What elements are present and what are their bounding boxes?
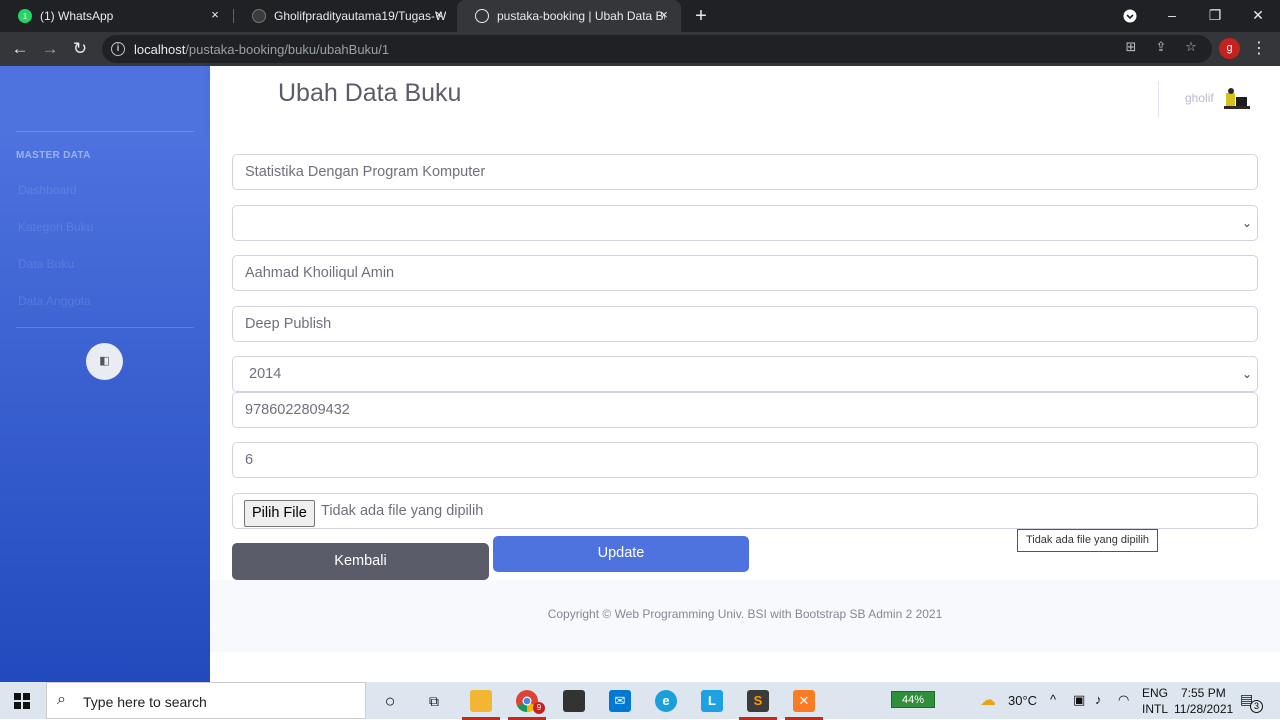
image-file-input[interactable]: Pilih File Tidak ada file yang dipilih [232, 493, 1258, 529]
tahun-terbit-select[interactable]: 2014 ⌄ [232, 356, 1258, 392]
user-name[interactable]: gholif [1185, 91, 1214, 105]
clock-time[interactable]: 7:55 PM [1181, 686, 1226, 700]
weather-icon[interactable]: ☁ [980, 690, 996, 710]
tab-github[interactable]: Gholifpradityautama19/Tugas-W × [234, 0, 456, 32]
judul-buku-input[interactable]: Statistika Dengan Program Komputer [232, 154, 1258, 190]
sidebar-item-kategori-buku[interactable]: Kategori Buku [18, 220, 93, 234]
url-host: localhost [134, 42, 186, 57]
browser-tab-bar: 1 (1) WhatsApp × Gholifpradityautama19/T… [0, 0, 1280, 32]
sidebar-divider [16, 131, 194, 132]
translate-icon[interactable]: ⊞ [1122, 38, 1140, 56]
chrome-badge: 9 [533, 702, 545, 714]
chevron-down-icon: ⌄ [1241, 216, 1252, 230]
restore-icon[interactable]: ❐ [1193, 0, 1237, 32]
file-status-text: Tidak ada file yang dipilih [321, 503, 484, 519]
share-icon[interactable]: ⇪ [1152, 38, 1170, 56]
penerbit-input[interactable]: Deep Publish [232, 306, 1258, 342]
edge-icon[interactable]: e [650, 686, 682, 716]
page-title: Ubah Data Buku [278, 79, 462, 107]
minimize-icon[interactable]: – [1150, 0, 1194, 32]
window-close-icon[interactable]: ✕ [1236, 0, 1280, 32]
language-top[interactable]: ENG [1142, 686, 1168, 700]
reload-icon[interactable]: ↻ [68, 37, 92, 61]
tab-search-icon[interactable] [1108, 0, 1152, 32]
store-icon[interactable] [558, 686, 590, 716]
close-icon[interactable]: × [208, 8, 222, 22]
temperature-text[interactable]: 30°C [1008, 693, 1037, 708]
pengarang-input[interactable]: Aahmad Khoiliqul Amin [232, 255, 1258, 291]
footer: Copyright © Web Programming Univ. BSI wi… [210, 580, 1280, 652]
sidebar-heading: MASTER DATA [16, 150, 91, 161]
topbar: Ubah Data Buku gholif [210, 66, 1280, 132]
lyx-icon[interactable]: L [696, 686, 728, 716]
choose-file-button[interactable]: Pilih File [244, 500, 315, 527]
volume-icon[interactable]: ♪ [1095, 692, 1102, 707]
tab-pustaka-booking[interactable]: pustaka-booking | Ubah Data Bu × [457, 0, 681, 32]
forward-arrow-icon[interactable]: → [38, 37, 62, 61]
stok-input[interactable]: 6 [232, 442, 1258, 478]
notification-count: 3 [1250, 700, 1263, 713]
user-avatar-icon[interactable] [1223, 87, 1251, 111]
profile-avatar[interactable]: g [1219, 38, 1240, 59]
new-tab-button[interactable]: + [690, 5, 712, 27]
language-bottom[interactable]: INTL [1142, 702, 1168, 716]
xampp-icon[interactable]: ✕ [785, 686, 823, 720]
globe-icon [475, 9, 489, 23]
topbar-divider [1158, 81, 1159, 117]
url-path: /pustaka-booking/buku/ubahBuku/1 [185, 42, 390, 57]
github-icon [252, 9, 266, 23]
tab-title: Gholifpradityautama19/Tugas-W [274, 9, 446, 23]
chevron-down-icon: ⌄ [1241, 367, 1252, 381]
sidebar-toggle-button[interactable]: ◧ [86, 343, 123, 380]
tab-whatsapp[interactable]: 1 (1) WhatsApp × [0, 0, 232, 32]
whatsapp-icon: 1 [18, 9, 32, 23]
task-view-icon[interactable]: ⧉ [418, 686, 450, 716]
search-icon: ⌕ [57, 691, 66, 708]
tab-title: (1) WhatsApp [40, 9, 114, 23]
windows-taskbar: ⌕ Type here to search ○ ⧉ 9 ✉ e L S ✕ 44… [0, 682, 1280, 720]
taskbar-search-box[interactable]: ⌕ Type here to search [46, 682, 366, 719]
url-text: localhost/pustaka-booking/buku/ubahBuku/… [134, 42, 389, 57]
sidebar-item-data-buku[interactable]: Data Buku [18, 257, 74, 271]
file-tooltip: Tidak ada file yang dipilih [1017, 529, 1158, 552]
back-arrow-icon[interactable]: ← [8, 37, 32, 61]
battery-indicator[interactable]: 44% [891, 691, 935, 708]
sidebar-item-dashboard[interactable]: Dashboard [18, 183, 77, 197]
copyright-text: Copyright © Web Programming Univ. BSI wi… [547, 607, 943, 621]
close-icon[interactable]: × [432, 8, 446, 22]
sidebar: MASTER DATA Dashboard Kategori Buku Data… [0, 66, 210, 682]
chevron-up-icon[interactable]: ^ [1050, 692, 1056, 707]
browser-toolbar: ← → ↻ i localhost/pustaka-booking/buku/u… [0, 32, 1280, 66]
file-explorer-icon[interactable] [462, 686, 500, 720]
update-button[interactable]: Update [493, 536, 749, 572]
cortana-icon[interactable]: ○ [374, 686, 406, 716]
chrome-icon[interactable]: 9 [508, 686, 546, 720]
wifi-icon[interactable]: ◠ [1118, 692, 1129, 708]
isbn-input[interactable]: 9786022809432 [232, 392, 1258, 428]
close-icon[interactable]: × [657, 8, 671, 22]
sidebar-divider [16, 327, 194, 328]
back-button[interactable]: Kembali [232, 543, 489, 580]
tahun-selected: 2014 [249, 366, 282, 382]
page-bottom [210, 652, 1280, 682]
tab-title: pustaka-booking | Ubah Data Bu [497, 9, 665, 23]
clock-date[interactable]: 11/28/2021 [1174, 702, 1233, 716]
windows-start-icon[interactable] [14, 693, 30, 709]
address-bar[interactable]: i localhost/pustaka-booking/buku/ubahBuk… [102, 35, 1212, 63]
star-icon[interactable]: ☆ [1182, 38, 1200, 56]
menu-icon[interactable]: ⋮ [1250, 38, 1268, 60]
sublime-text-icon[interactable]: S [739, 686, 777, 720]
search-placeholder: Type here to search [83, 694, 207, 710]
meet-now-icon[interactable]: ▣ [1073, 692, 1085, 708]
kategori-select[interactable]: ⌄ [232, 205, 1258, 241]
mail-icon[interactable]: ✉ [604, 686, 636, 716]
info-icon[interactable]: i [111, 42, 125, 56]
sidebar-item-data-anggota[interactable]: Data Anggota [18, 294, 91, 308]
